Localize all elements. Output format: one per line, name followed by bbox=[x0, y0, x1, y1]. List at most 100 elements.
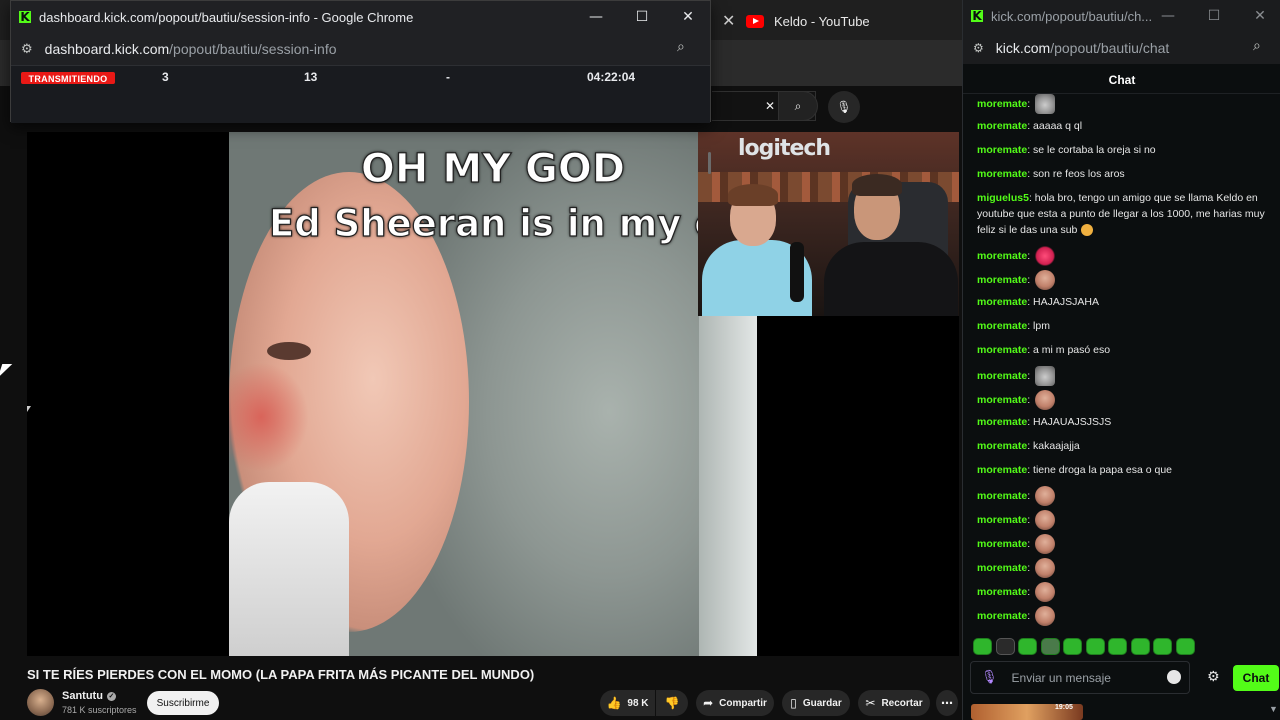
chat-message: moremate: bbox=[977, 270, 1273, 290]
chat-message-input[interactable]: 🎙 Enviar un mensaje bbox=[970, 661, 1190, 694]
chat-message-list[interactable]: moremate: moremate: aaaaa q ql moremate: … bbox=[963, 94, 1280, 628]
chat-emote-icon bbox=[1035, 534, 1056, 554]
more-icon: ⋯ bbox=[941, 696, 953, 710]
chat-message-text: HAJAJSJAHA bbox=[1033, 296, 1099, 308]
zoom-icon[interactable]: ⌕ bbox=[1253, 38, 1261, 54]
site-settings-icon[interactable]: ⚙ bbox=[973, 41, 984, 55]
emote-button[interactable] bbox=[1063, 637, 1082, 655]
emote-button[interactable] bbox=[1108, 637, 1127, 655]
scrollbar[interactable] bbox=[708, 152, 711, 174]
emote-button[interactable] bbox=[1040, 637, 1060, 655]
search-button[interactable]: ⌕ bbox=[778, 91, 818, 121]
chat-emote-icon bbox=[1035, 390, 1056, 410]
clear-search-icon[interactable]: ✕ bbox=[765, 99, 775, 113]
chat-username[interactable]: moremate bbox=[977, 394, 1027, 406]
chat-username[interactable]: moremate bbox=[977, 538, 1027, 550]
more-actions-button[interactable]: ⋯ bbox=[936, 690, 958, 716]
chat-emote-icon bbox=[1035, 366, 1056, 386]
site-settings-icon[interactable]: ⚙ bbox=[21, 42, 33, 57]
save-button[interactable]: ▯ Guardar bbox=[782, 690, 850, 716]
close-button[interactable]: ✕ bbox=[1237, 0, 1280, 32]
dashboard-popup-window: K dashboard.kick.com/popout/bautiu/sessi… bbox=[10, 0, 711, 174]
share-icon: ➦ bbox=[703, 696, 714, 710]
emote-button[interactable] bbox=[1153, 637, 1172, 655]
emote-button[interactable] bbox=[1018, 637, 1037, 655]
video-frame[interactable]: OH MY GOD Ed Sheeran is in my ca bbox=[229, 132, 757, 656]
voice-search-button[interactable]: 🎙 bbox=[828, 91, 860, 123]
chat-message: moremate: HAJAUAJSJSJS bbox=[977, 416, 1112, 428]
webcam-microphone bbox=[790, 242, 804, 302]
dashboard-address-bar[interactable]: ⚙ dashboard.kick.com/popout/bautiu/sessi… bbox=[11, 33, 710, 65]
maximize-button[interactable]: ☐ bbox=[1191, 0, 1237, 32]
chat-username[interactable]: moremate bbox=[977, 274, 1027, 286]
webcam-banner: logitech bbox=[738, 136, 831, 161]
emote-bar bbox=[973, 636, 1273, 656]
microphone-icon[interactable]: 🎙 bbox=[981, 670, 998, 685]
chat-username[interactable]: moremate bbox=[977, 586, 1027, 598]
chat-username[interactable]: moremate bbox=[977, 514, 1027, 526]
chat-username[interactable]: moremate bbox=[977, 490, 1027, 502]
webcam-person-left bbox=[702, 184, 822, 316]
video-hand bbox=[229, 482, 349, 656]
subscriber-count: 781 K suscriptores bbox=[62, 705, 137, 715]
chat-username[interactable]: moremate bbox=[977, 98, 1027, 110]
subscribe-button[interactable]: Suscribirme bbox=[147, 691, 219, 715]
channel-name[interactable]: Santutu ✓ bbox=[62, 690, 116, 702]
chat-message: moremate: HAJAJSJAHA bbox=[977, 296, 1099, 308]
smile-emoji-icon bbox=[1081, 224, 1094, 237]
close-icon[interactable]: ✕ bbox=[722, 11, 736, 31]
chat-message-text: aaaaa q ql bbox=[1033, 120, 1083, 132]
chat-url[interactable]: kick.com/popout/bautiu/chat bbox=[996, 40, 1170, 56]
chat-username[interactable]: moremate bbox=[977, 144, 1027, 156]
chat-username[interactable]: moremate bbox=[977, 344, 1027, 356]
session-info-panel: TRANSMITIENDO 3 13 - 04:22:04 bbox=[11, 65, 711, 174]
dashboard-window-title: dashboard.kick.com/popout/bautiu/session… bbox=[39, 9, 414, 25]
zoom-icon[interactable]: ⌕ bbox=[677, 39, 685, 55]
scroll-down-icon[interactable]: ▼ bbox=[1269, 704, 1278, 714]
url-path: /popout/bautiu/session-info bbox=[169, 41, 337, 57]
chat-username[interactable]: moremate bbox=[977, 320, 1027, 332]
video-title: SI TE RÍES PIERDES CON EL MOMO (LA PAPA … bbox=[27, 667, 535, 682]
chat-message: moremate: se le cortaba la oreja si no bbox=[977, 144, 1156, 156]
chat-message-text: tiene droga la papa esa o que bbox=[1033, 464, 1172, 476]
minimize-button[interactable]: — bbox=[573, 1, 619, 33]
emote-button[interactable] bbox=[995, 637, 1015, 655]
chat-username[interactable]: moremate bbox=[977, 168, 1027, 180]
chat-username[interactable]: moremate bbox=[977, 370, 1027, 382]
url-path: /popout/bautiu/chat bbox=[1050, 40, 1170, 56]
chat-username[interactable]: moremate bbox=[977, 610, 1027, 622]
dislike-button[interactable]: 👎 bbox=[656, 690, 688, 716]
chat-username[interactable]: moremate bbox=[977, 416, 1027, 428]
like-button[interactable]: 👍 98 K bbox=[600, 690, 655, 716]
chat-message: moremate: bbox=[977, 486, 1273, 506]
emote-button[interactable] bbox=[973, 637, 992, 655]
send-chat-button[interactable]: Chat bbox=[1233, 665, 1279, 691]
channel-avatar[interactable] bbox=[27, 689, 54, 716]
maximize-button[interactable]: ☐ bbox=[619, 1, 665, 33]
chat-emote-icon bbox=[1035, 582, 1056, 602]
emoji-picker-icon[interactable] bbox=[1167, 670, 1181, 684]
chat-address-bar[interactable]: ⚙ kick.com/popout/bautiu/chat bbox=[963, 32, 1280, 64]
chat-username[interactable]: moremate bbox=[977, 296, 1027, 308]
tab-keldo-youtube[interactable]: ✕ Keldo - YouTube bbox=[712, 4, 962, 38]
chat-emote-icon bbox=[1035, 510, 1056, 530]
share-button[interactable]: ➦ Compartir bbox=[696, 690, 774, 716]
chat-username[interactable]: moremate bbox=[977, 120, 1027, 132]
clip-button[interactable]: ✂ Recortar bbox=[858, 690, 930, 716]
gear-icon[interactable]: ⚙ bbox=[1207, 669, 1220, 685]
chat-username[interactable]: moremate bbox=[977, 250, 1027, 262]
search-icon: ⌕ bbox=[794, 98, 802, 113]
tab-title: Keldo - YouTube bbox=[774, 13, 870, 29]
chat-username[interactable]: moremate bbox=[977, 440, 1027, 452]
chat-username[interactable]: moremate bbox=[977, 562, 1027, 574]
emote-button[interactable] bbox=[1175, 637, 1195, 655]
minimize-button[interactable]: — bbox=[1145, 0, 1191, 32]
url-host: dashboard.kick.com bbox=[44, 41, 170, 57]
chat-username[interactable]: moremate bbox=[977, 464, 1027, 476]
video-eye bbox=[267, 342, 311, 360]
emote-button[interactable] bbox=[1130, 637, 1150, 655]
close-button[interactable]: ✕ bbox=[665, 1, 711, 33]
dashboard-url[interactable]: dashboard.kick.com/popout/bautiu/session… bbox=[45, 41, 337, 57]
chat-username[interactable]: miguelus5 bbox=[977, 192, 1029, 204]
emote-button[interactable] bbox=[1085, 637, 1105, 655]
